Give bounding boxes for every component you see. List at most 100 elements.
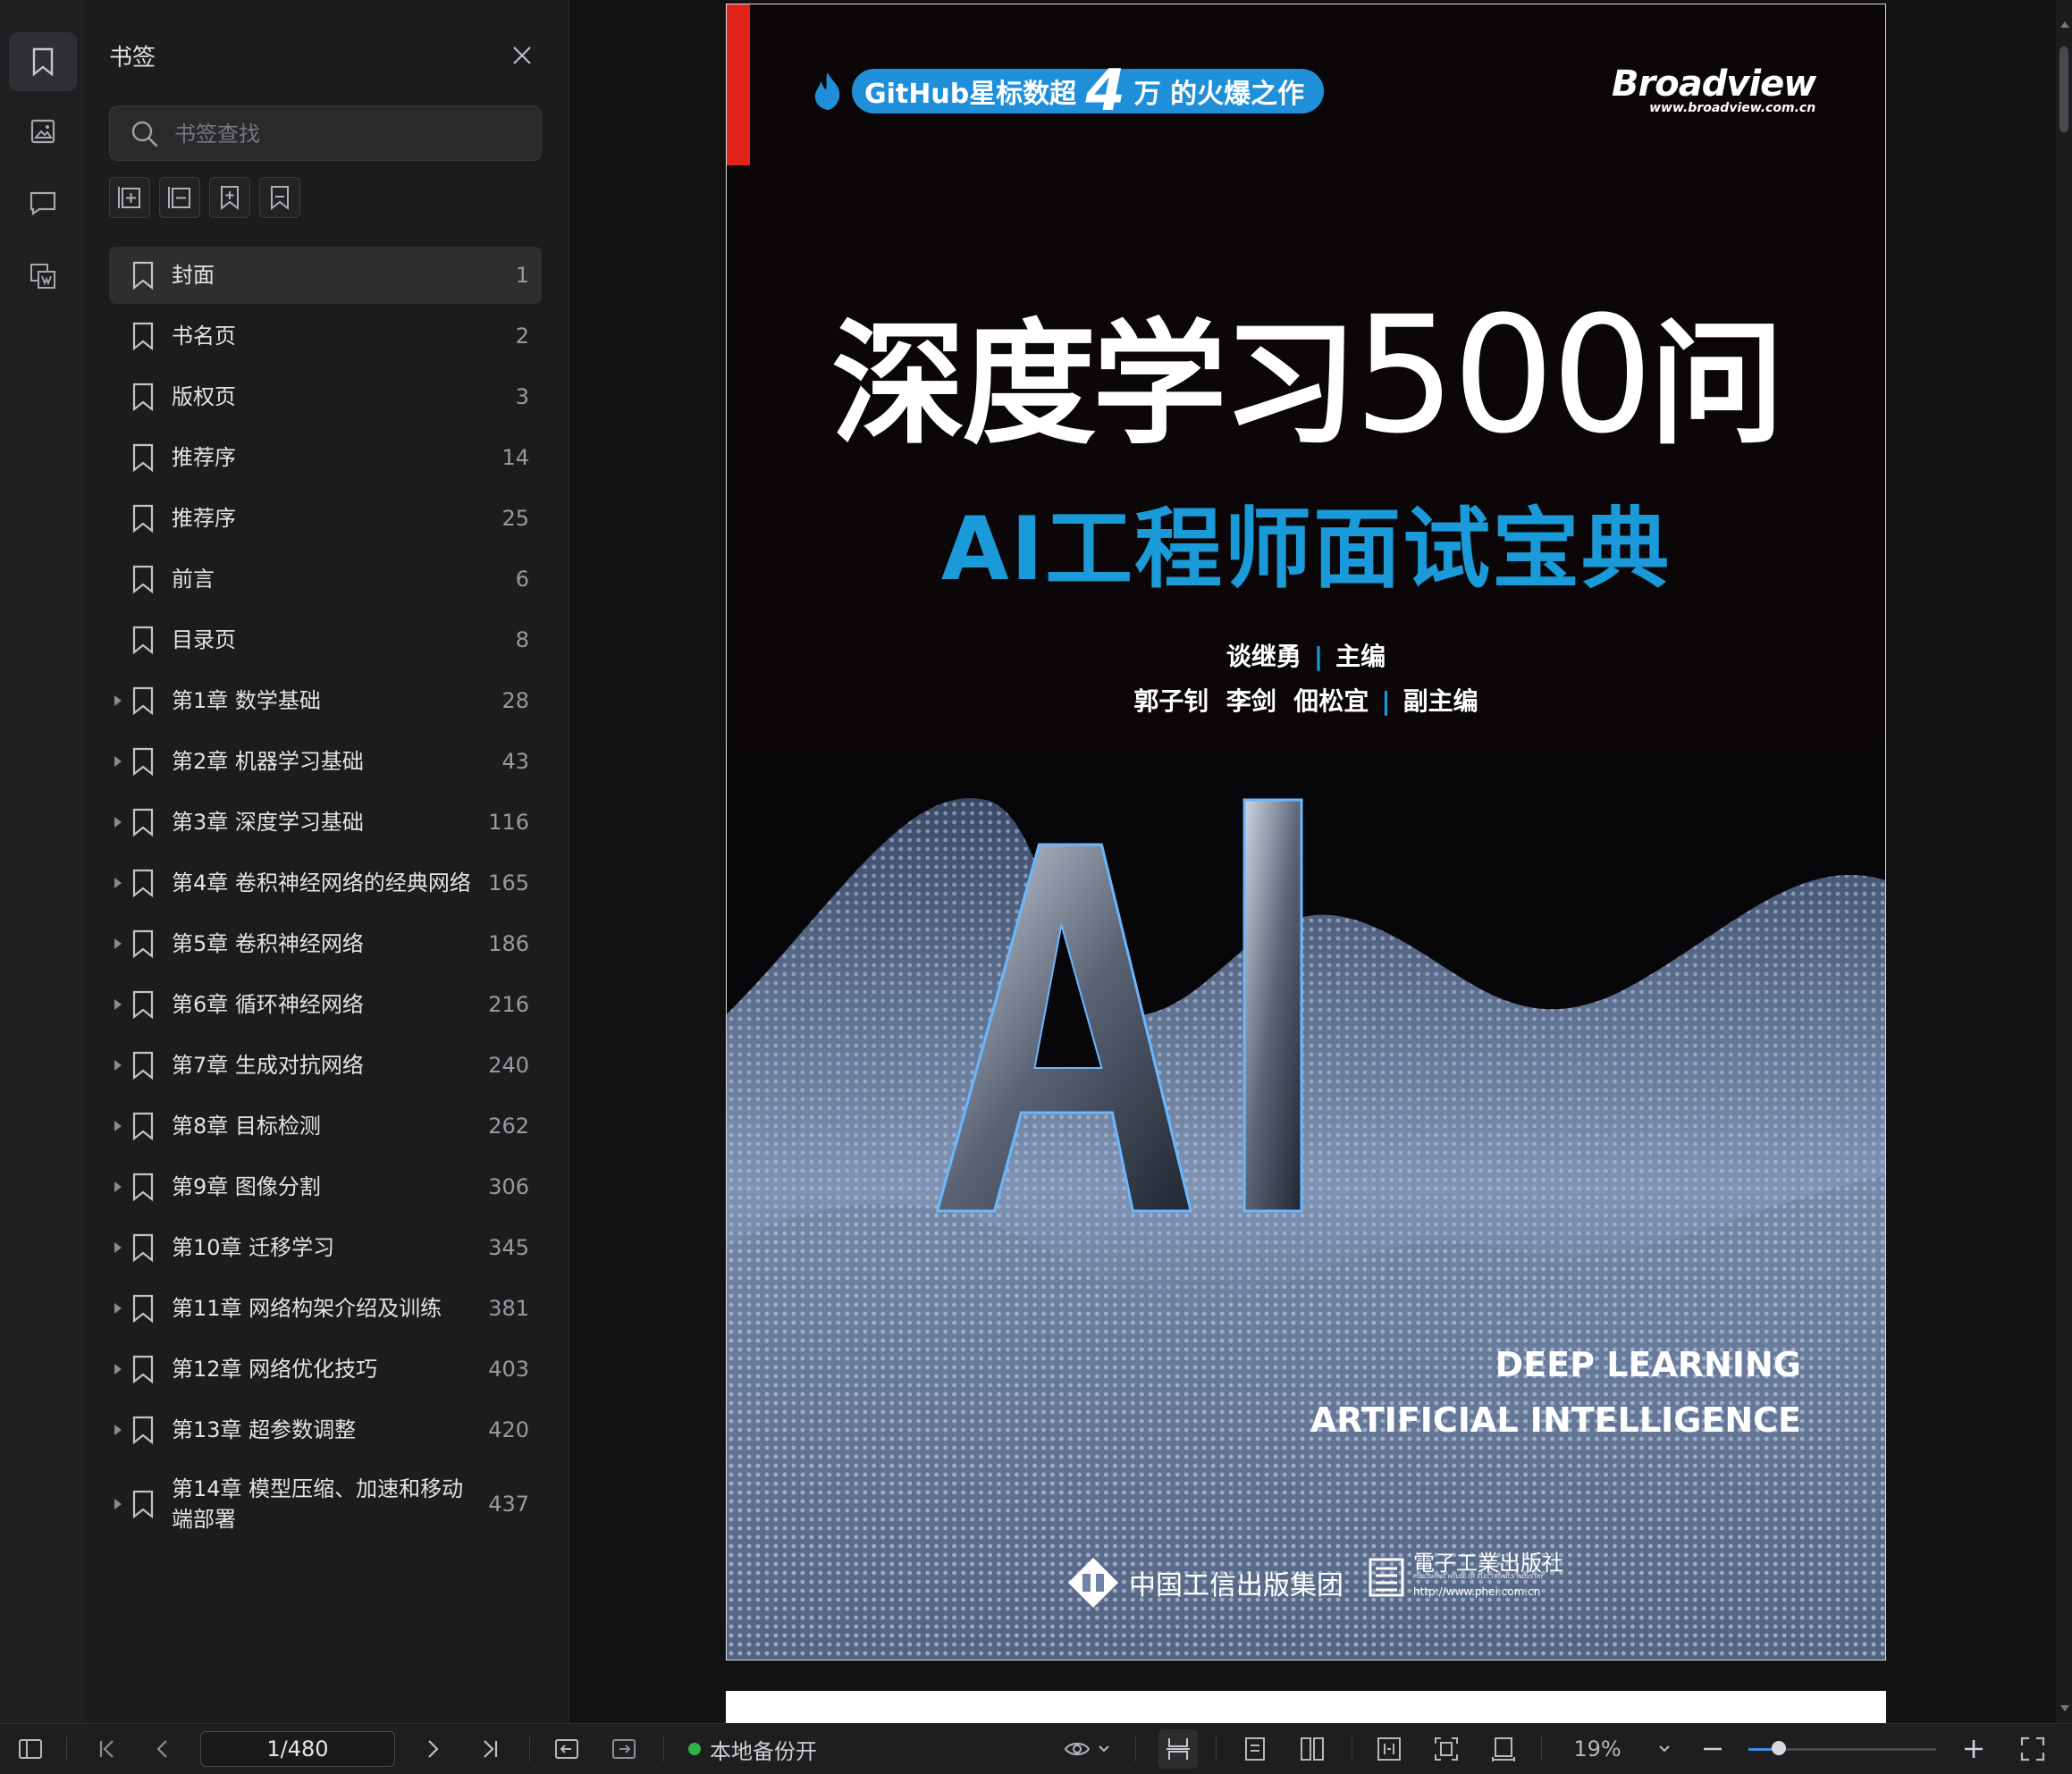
actual-size-button[interactable] [1484, 1724, 1523, 1774]
close-panel-button[interactable] [506, 39, 538, 71]
zoom-dropdown-arrow[interactable] [1647, 1724, 1682, 1774]
next-page-button[interactable] [415, 1724, 451, 1774]
fullscreen-button[interactable] [2013, 1724, 2052, 1774]
page-number-input[interactable] [200, 1731, 395, 1767]
expand-caret-icon[interactable] [114, 1425, 122, 1435]
local-backup-toggle[interactable]: 本地备份开 [688, 1724, 849, 1774]
bookmark-icon [132, 1490, 154, 1519]
bookmark-icon [132, 443, 154, 473]
expand-caret-icon[interactable] [114, 1303, 122, 1314]
expand-caret-icon[interactable] [114, 1499, 122, 1509]
bookmark-ribbon-button[interactable] [259, 177, 300, 218]
bookmark-item[interactable]: 前言 6 [109, 551, 542, 608]
vertical-scrollbar[interactable] [2056, 0, 2072, 1723]
zoom-in-button[interactable] [1956, 1724, 1992, 1774]
expand-caret-icon[interactable] [114, 695, 122, 706]
expand-caret-icon[interactable] [114, 1242, 122, 1253]
last-page-button[interactable] [472, 1724, 508, 1774]
zoom-slider-knob[interactable] [1771, 1741, 1786, 1755]
last-page-icon [484, 1740, 498, 1758]
attachment-tab-button[interactable] [9, 247, 77, 306]
bookmark-item[interactable]: 第9章 图像分割 306 [109, 1158, 542, 1215]
zoom-slider[interactable] [1748, 1741, 1936, 1755]
attachment-icon [30, 264, 55, 289]
bookmark-item[interactable]: 第13章 超参数调整 420 [109, 1401, 542, 1459]
bookmark-search-box[interactable] [109, 105, 542, 161]
remove-bookmark-button[interactable] [159, 177, 200, 218]
expand-caret-icon[interactable] [114, 999, 122, 1010]
bookmark-item[interactable]: 第5章 卷积神经网络 186 [109, 915, 542, 972]
expand-caret-icon[interactable] [114, 817, 122, 828]
bookmark-item[interactable]: 第1章 数学基础 28 [109, 672, 542, 729]
continuous-scroll-button[interactable] [1158, 1729, 1198, 1769]
scrollbar-thumb[interactable] [2059, 46, 2068, 132]
add-bookmark-button[interactable] [109, 177, 150, 218]
bookmark-item[interactable]: 第4章 卷积神经网络的经典网络 165 [109, 854, 542, 912]
divider [663, 1736, 664, 1761]
bookmark-icon [132, 1233, 154, 1263]
bookmark-item[interactable]: 推荐序 25 [109, 490, 542, 547]
bookmark-item[interactable]: 第11章 网络构架介绍及训练 381 [109, 1280, 542, 1337]
view-mode-dropdown[interactable] [1060, 1724, 1114, 1774]
expand-caret-icon[interactable] [114, 1364, 122, 1375]
expand-caret-icon[interactable] [114, 1121, 122, 1131]
add-child-bookmark-button[interactable] [209, 177, 250, 218]
single-page-button[interactable] [1235, 1724, 1275, 1774]
bookmark-ribbon-icon [271, 186, 289, 211]
previous-page-button[interactable] [145, 1724, 181, 1774]
expand-caret-icon[interactable] [114, 878, 122, 888]
expand-caret-icon[interactable] [114, 1181, 122, 1192]
bookmark-icon [132, 565, 154, 594]
bookmark-page-number: 345 [488, 1235, 529, 1260]
bookmark-item[interactable]: 目录页 8 [109, 611, 542, 668]
chevron-down-icon [1099, 1745, 1109, 1753]
editor-line: 谈继勇 | 主编 [727, 637, 1885, 673]
scroll-down-arrow-icon[interactable] [2060, 1705, 2069, 1711]
bookmark-item[interactable]: 第8章 目标检测 262 [109, 1097, 542, 1155]
chevron-left-icon [156, 1740, 167, 1758]
bookmark-item[interactable]: 版权页 3 [109, 368, 542, 425]
expand-caret-icon[interactable] [114, 1060, 122, 1071]
fit-width-button[interactable] [1369, 1724, 1409, 1774]
thumbnail-tab-button[interactable] [9, 102, 77, 161]
two-page-button[interactable] [1293, 1724, 1332, 1774]
comment-tab-button[interactable] [9, 173, 77, 232]
backup-label: 本地备份开 [710, 1738, 817, 1764]
bookmark-item[interactable]: 第14章 模型压缩、加速和移动端部署 437 [109, 1462, 542, 1546]
bookmark-item[interactable]: 封面 1 [109, 247, 542, 304]
bookmark-item[interactable]: 第6章 循环神经网络 216 [109, 976, 542, 1033]
expand-caret-icon[interactable] [114, 938, 122, 949]
expand-caret-icon[interactable] [114, 756, 122, 767]
bookmark-item[interactable]: 第7章 生成对抗网络 240 [109, 1037, 542, 1094]
go-back-button[interactable] [549, 1724, 585, 1774]
bookmark-icon [132, 322, 154, 351]
zoom-dropdown[interactable]: 19% [1557, 1724, 1638, 1774]
bookmark-label: 第11章 网络构架介绍及训练 [172, 1296, 442, 1321]
bookmark-item[interactable]: 第2章 机器学习基础 43 [109, 733, 542, 790]
bookmark-item[interactable]: 第3章 深度学习基础 116 [109, 794, 542, 851]
bookmark-item[interactable]: 推荐序 14 [109, 429, 542, 486]
bookmark-page-number: 6 [515, 567, 529, 592]
toggle-sidebar-button[interactable] [13, 1724, 48, 1774]
bookmark-label: 第4章 卷积神经网络的经典网络 [172, 870, 471, 895]
back-icon [555, 1739, 578, 1759]
bookmark-label: 版权页 [172, 384, 236, 409]
brand-name: Broadview [1612, 63, 1816, 105]
english-tagline-1: DEEP LEARNING [1495, 1345, 1801, 1384]
go-forward-button[interactable] [606, 1724, 642, 1774]
editor-name: 谈继勇 [1226, 642, 1301, 671]
fit-page-button[interactable] [1427, 1724, 1466, 1774]
bookmark-item[interactable]: 第10章 迁移学习 345 [109, 1219, 542, 1276]
bookmark-page-number: 420 [488, 1417, 529, 1442]
badge-prefix: GitHub星标数超 [864, 79, 1077, 110]
bookmark-item[interactable]: 书名页 2 [109, 307, 542, 365]
first-page-button[interactable] [89, 1724, 125, 1774]
scroll-up-arrow-icon[interactable] [2060, 21, 2069, 28]
bookmark-tab-button[interactable] [9, 32, 77, 91]
bookmark-item[interactable]: 第12章 网络优化技巧 403 [109, 1341, 542, 1398]
publisher-phei: 電子工業出版社 PUBLISHING HOUSE OF ELECTRONICS … [1369, 1552, 1563, 1599]
bookmark-icon [132, 747, 154, 777]
bookmark-search-input[interactable] [173, 115, 525, 153]
zoom-out-button[interactable] [1695, 1724, 1731, 1774]
bookmark-label: 第7章 生成对抗网络 [172, 1053, 364, 1078]
